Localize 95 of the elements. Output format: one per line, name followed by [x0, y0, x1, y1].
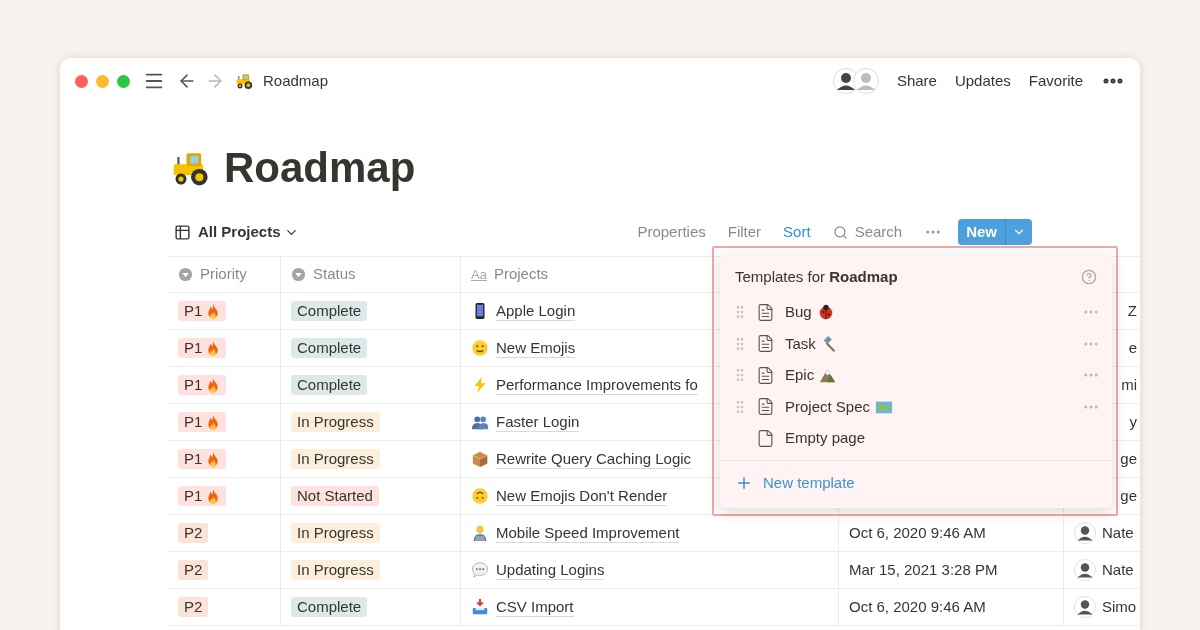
maximize-window-button[interactable]	[117, 74, 130, 88]
person-name: y	[1129, 411, 1137, 432]
template-name: Empty page	[785, 428, 866, 448]
search-icon	[832, 224, 848, 240]
minimize-window-button[interactable]	[96, 74, 109, 88]
project-link[interactable]: Performance Improvements fo	[496, 375, 698, 395]
person-name: Z	[1127, 300, 1137, 321]
person-name: e	[1128, 337, 1137, 358]
project-link[interactable]: Apple Login	[496, 301, 576, 321]
project-link[interactable]: Faster Login	[496, 412, 580, 432]
status-tag: Complete	[291, 597, 368, 617]
priority-tag: P2	[178, 560, 209, 580]
fire-icon	[206, 488, 221, 504]
fire-icon	[206, 414, 221, 430]
avatar-icon	[1074, 559, 1096, 581]
status-tag: Complete	[291, 338, 368, 358]
priority-tag: P1	[178, 412, 227, 432]
fire-icon	[206, 377, 221, 393]
person-name: ge	[1120, 485, 1137, 506]
package-icon	[471, 450, 489, 468]
date-cell-text: Mar 15, 2021 3:28 PM	[849, 559, 998, 580]
help-icon[interactable]	[1081, 269, 1097, 286]
view-selector[interactable]: All Projects	[198, 220, 299, 244]
table-icon	[174, 223, 191, 241]
template-item[interactable]: Empty page	[720, 422, 1112, 454]
status-tag: In Progress	[291, 523, 380, 543]
date-cell-text: Oct 6, 2020 9:46 AM	[849, 596, 986, 617]
header-action[interactable]: Updates	[954, 69, 1011, 93]
menu-title: Templates for Roadmap	[735, 267, 898, 287]
status-tag: In Progress	[291, 412, 380, 432]
people-icon	[471, 413, 489, 431]
empty-page-icon	[756, 428, 775, 448]
avatar-icon	[852, 68, 879, 94]
plus-icon	[735, 474, 753, 492]
person-name: Simo	[1102, 596, 1137, 617]
page-icon	[756, 397, 775, 417]
upside-down-smiley-icon	[471, 487, 489, 505]
status-tag: Complete	[291, 301, 368, 321]
status-tag: Complete	[291, 375, 368, 395]
priority-tag: P1	[178, 338, 227, 358]
template-item[interactable]: Task	[720, 328, 1112, 360]
person-name: mi	[1121, 374, 1137, 395]
smiley-icon	[471, 339, 489, 357]
status-tag: Not Started	[291, 486, 379, 506]
fire-icon	[206, 451, 221, 467]
column-header[interactable]: Priority	[200, 263, 247, 286]
title-property-icon: Aa	[471, 264, 487, 285]
status-tag: In Progress	[291, 449, 380, 469]
speech-bubble-icon	[471, 561, 489, 579]
toolbar-button[interactable]: Sort	[783, 220, 811, 244]
breadcrumb[interactable]: Roadmap	[263, 69, 329, 93]
page-title: Roadmap	[224, 147, 416, 189]
header-action[interactable]: Favorite	[1028, 69, 1083, 93]
project-link[interactable]: CSV Import	[496, 597, 574, 617]
person-laptop-icon	[471, 524, 489, 542]
template-name: Epic	[785, 365, 815, 385]
status-tag: In Progress	[291, 560, 380, 580]
priority-tag: P1	[178, 375, 227, 395]
column-header[interactable]: Status	[313, 263, 356, 286]
priority-tag: P2	[178, 523, 209, 543]
header-action[interactable]: Share	[896, 69, 937, 93]
priority-tag: P1	[178, 486, 227, 506]
project-link[interactable]: New Emojis	[496, 338, 576, 358]
person-name: ge	[1120, 448, 1137, 469]
template-name: Bug	[785, 302, 812, 322]
tractor-icon	[235, 71, 255, 91]
page-icon	[756, 302, 775, 322]
date-cell-text: Oct 6, 2020 9:46 AM	[849, 522, 986, 543]
person-name: Nate	[1102, 559, 1134, 580]
toolbar-button[interactable]: Properties	[637, 220, 706, 244]
project-link[interactable]: New Emojis Don't Render	[496, 486, 668, 506]
template-item[interactable]: Epic	[720, 359, 1112, 391]
template-item[interactable]: Bug	[720, 296, 1112, 328]
template-item[interactable]: Project Spec	[720, 391, 1112, 423]
avatar-icon	[1074, 596, 1096, 618]
project-link[interactable]: Mobile Speed Improvement	[496, 523, 680, 543]
template-name: Project Spec	[785, 396, 871, 417]
close-window-button[interactable]	[75, 74, 88, 88]
select-property-icon	[291, 267, 306, 282]
select-property-icon	[178, 267, 193, 282]
fire-icon	[206, 303, 221, 319]
project-link[interactable]: Rewrite Query Caching Logic	[496, 449, 692, 469]
priority-tag: P2	[178, 597, 209, 617]
fire-icon	[206, 340, 221, 356]
column-header[interactable]: Projects	[493, 263, 549, 286]
search-button[interactable]: Search	[832, 220, 903, 244]
person-name: Nate	[1102, 522, 1134, 543]
template-name: Task	[785, 333, 816, 354]
priority-tag: P1	[178, 449, 227, 469]
page-icon	[756, 334, 775, 354]
priority-tag: P1	[178, 301, 227, 321]
inbox-tray-icon	[471, 598, 489, 616]
avatar-icon	[1074, 522, 1096, 544]
page-icon	[756, 365, 775, 385]
project-link[interactable]: Updating Logins	[496, 560, 605, 580]
